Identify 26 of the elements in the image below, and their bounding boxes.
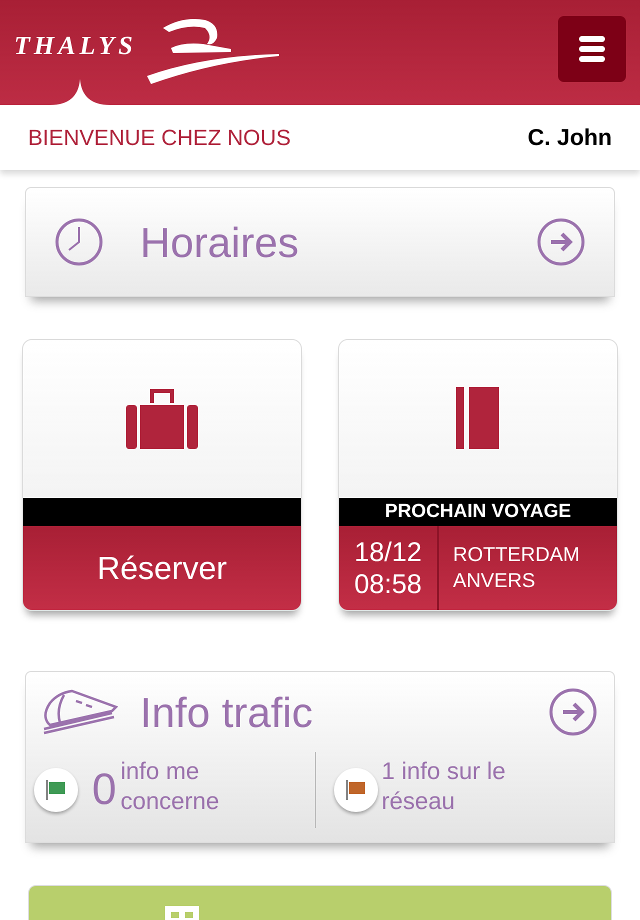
destination-station: ANVERS (453, 569, 536, 594)
menu-button[interactable] (558, 16, 626, 82)
book-tile[interactable]: Réserver (22, 339, 302, 611)
logo-text: THALYS (14, 30, 137, 62)
menu-icon (579, 35, 605, 63)
next-trip-tile[interactable]: PROCHAIN VOYAGE 18/12 08:58 ROTTERDAM ANVERS (338, 339, 618, 611)
menu-tile[interactable] (28, 885, 612, 920)
origin-station: ROTTERDAM (453, 543, 580, 568)
info-label: info me concerne (120, 757, 220, 817)
arrow-circle-icon (536, 217, 586, 267)
info-count: 0 (92, 768, 116, 812)
banner-text: PROCHAIN VOYAGE (384, 500, 572, 524)
trip-time: 08:58 (354, 568, 422, 600)
welcome-text: BIENVENUE CHEZ NOUS (28, 124, 291, 152)
user-name[interactable]: C. John (528, 120, 612, 155)
traffic-info-item[interactable]: 1 info sur le réseau (314, 752, 614, 828)
trip-date: 18/12 (354, 536, 422, 568)
suitcase-icon (126, 387, 198, 451)
train-icon (42, 689, 118, 735)
info-label: 1 info sur le réseau (382, 757, 507, 817)
ticket-icon (456, 387, 500, 451)
schedule-card[interactable]: Horaires (25, 187, 615, 297)
clock-icon (54, 217, 104, 267)
arrow-circle-icon (548, 687, 598, 737)
traffic-header[interactable]: Info trafic (26, 672, 614, 752)
grid-icon (165, 906, 199, 920)
